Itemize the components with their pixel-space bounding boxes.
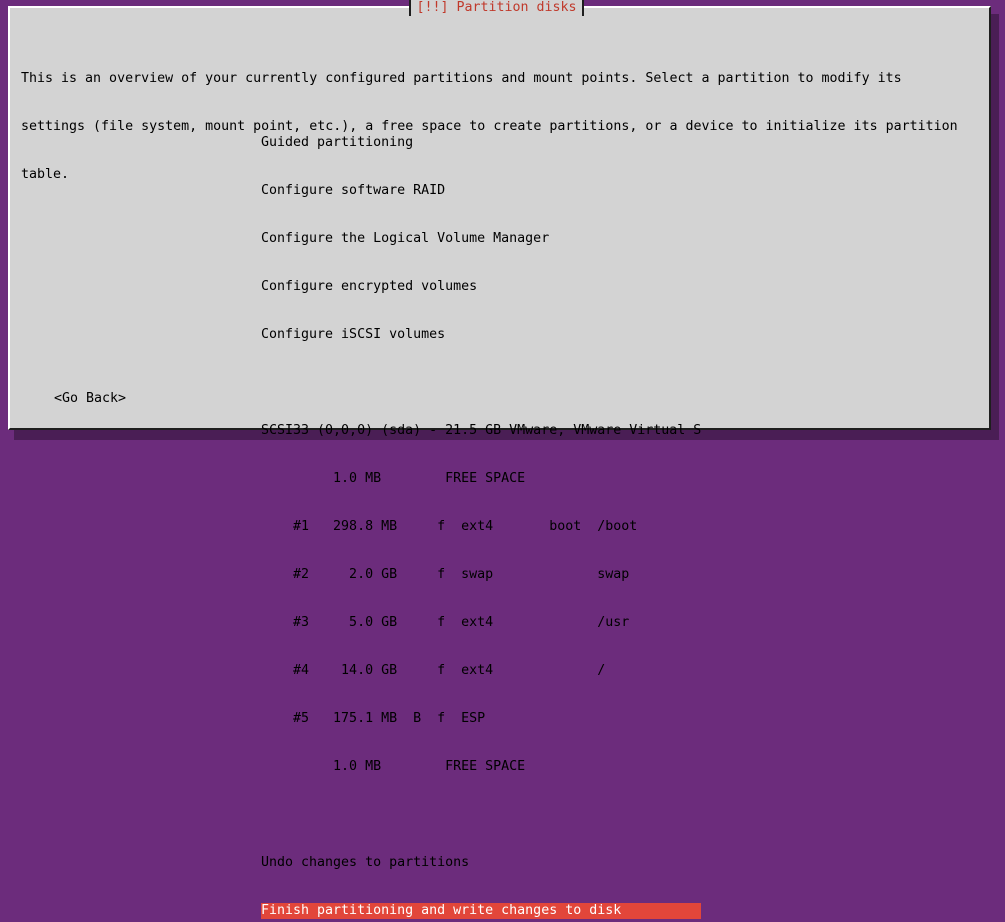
free-space-row[interactable]: 1.0 MB FREE SPACE [261, 759, 701, 775]
free-space-row[interactable]: 1.0 MB FREE SPACE [261, 471, 701, 487]
menu-item-configure-lvm[interactable]: Configure the Logical Volume Manager [261, 231, 701, 247]
disk-row-sda[interactable]: SCSI33 (0,0,0) (sda) - 21.5 GB VMware, V… [261, 423, 701, 439]
go-back-button[interactable]: <Go Back> [54, 391, 126, 407]
menu-spacer [261, 807, 701, 823]
menu-item-guided-partitioning[interactable]: Guided partitioning [261, 135, 701, 151]
menu-item-finish-partitioning[interactable]: Finish partitioning and write changes to… [261, 903, 701, 919]
partition-menu: Guided partitioning Configure software R… [261, 103, 701, 922]
menu-spacer [261, 375, 701, 391]
partition-row-1[interactable]: #1 298.8 MB f ext4 boot /boot [261, 519, 701, 535]
partition-row-2[interactable]: #2 2.0 GB f swap swap [261, 567, 701, 583]
partition-row-5[interactable]: #5 175.1 MB B f ESP [261, 711, 701, 727]
partition-row-3[interactable]: #3 5.0 GB f ext4 /usr [261, 615, 701, 631]
dialog-title-wrap: [!!] Partition disks [10, 0, 989, 16]
dialog-shadow-right [991, 14, 999, 440]
menu-item-configure-iscsi-volumes[interactable]: Configure iSCSI volumes [261, 327, 701, 343]
menu-item-configure-software-raid[interactable]: Configure software RAID [261, 183, 701, 199]
menu-item-undo-changes[interactable]: Undo changes to partitions [261, 855, 701, 871]
partition-disks-dialog: [!!] Partition disks This is an overview… [8, 0, 991, 919]
partition-row-4[interactable]: #4 14.0 GB f ext4 / [261, 663, 701, 679]
dialog-title: [!!] Partition disks [409, 0, 584, 16]
menu-item-configure-encrypted-volumes[interactable]: Configure encrypted volumes [261, 279, 701, 295]
intro-line: This is an overview of your currently co… [21, 71, 902, 86]
